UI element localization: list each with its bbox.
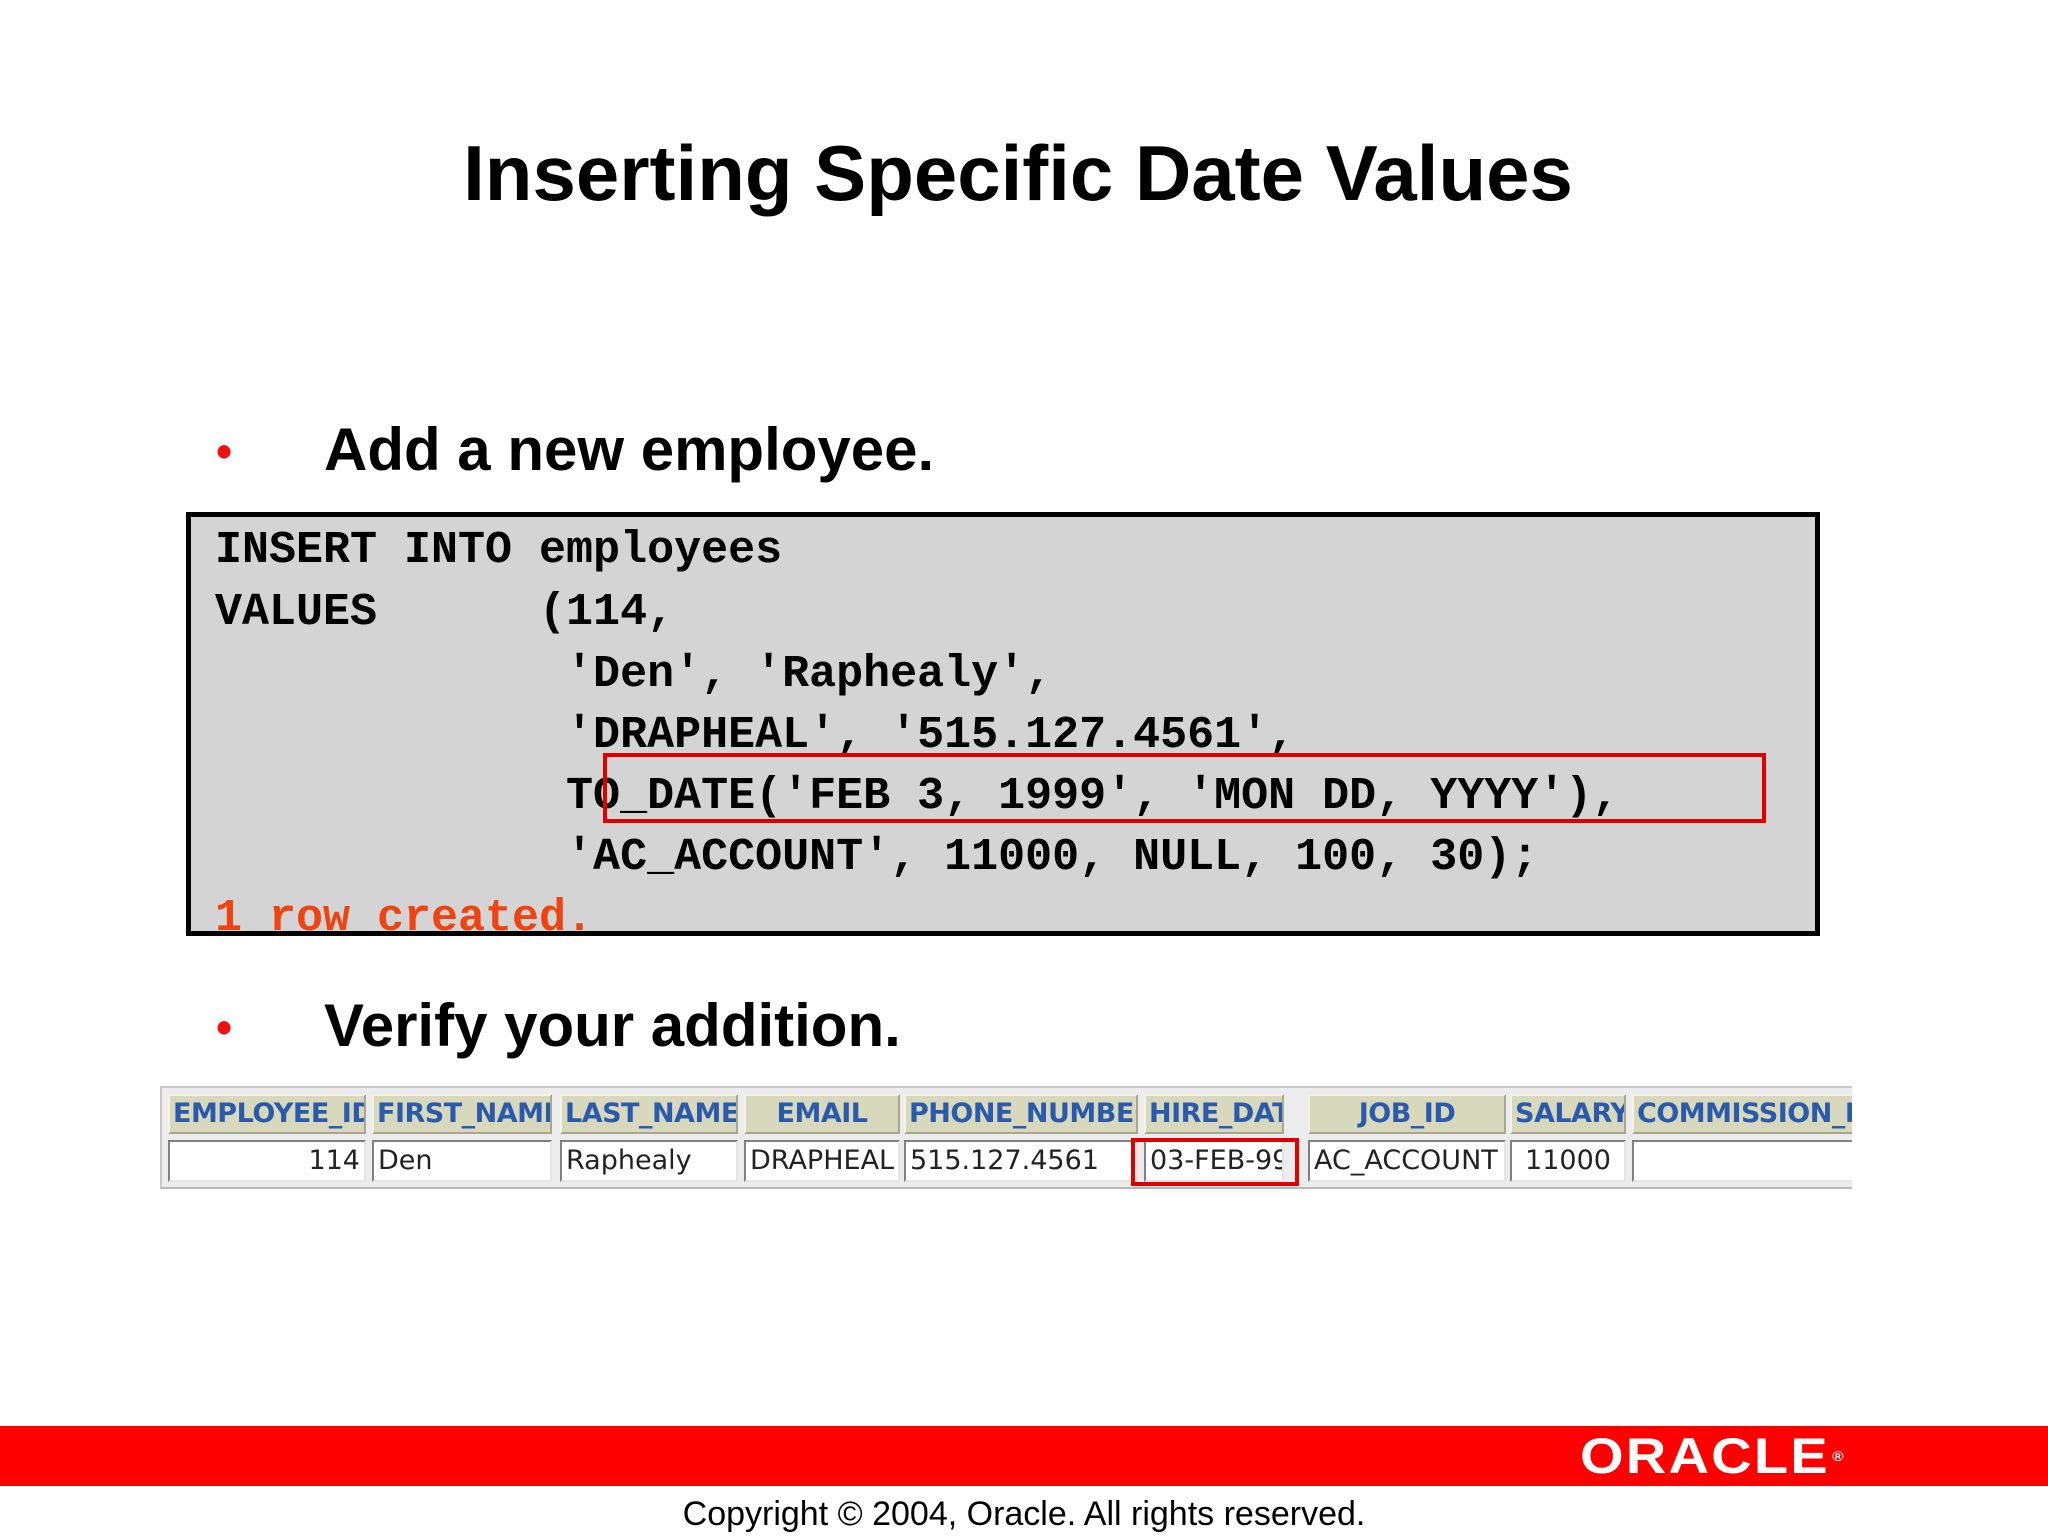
code-line: INSERT INTO employees bbox=[215, 525, 783, 576]
column-header: EMPLOYEE_ID bbox=[168, 1094, 366, 1134]
column-header: JOB_ID bbox=[1308, 1094, 1506, 1134]
bullet-text: Verify your addition. bbox=[324, 992, 901, 1059]
oracle-logo-text: ORACLE bbox=[1580, 1428, 1830, 1484]
code-line: 'Den', 'Raphealy', bbox=[215, 649, 1053, 700]
table-cell: DRAPHEAL bbox=[744, 1140, 900, 1182]
sql-code-block: INSERT INTO employees VALUES (114, 'Den'… bbox=[186, 512, 1820, 944]
column-header: FIRST_NAME bbox=[372, 1094, 552, 1134]
result-message: 1 row created. bbox=[215, 893, 594, 944]
table-cell: 114 bbox=[168, 1140, 366, 1182]
column-header: EMAIL bbox=[744, 1094, 900, 1134]
copyright-notice: Copyright © 2004, Oracle. All rights res… bbox=[682, 1495, 1366, 1533]
registered-mark-icon: ® bbox=[1832, 1448, 1844, 1464]
to-date-highlight-box bbox=[603, 753, 1766, 823]
code-line: VALUES (114, bbox=[215, 587, 675, 638]
table-cell: 515.127.4561 bbox=[904, 1140, 1138, 1182]
column-header: PHONE_NUMBER bbox=[904, 1094, 1138, 1134]
code-line: 'AC_ACCOUNT', 11000, NULL, 100, 30); bbox=[215, 832, 1539, 883]
table-cell: AC_ACCOUNT bbox=[1308, 1140, 1506, 1182]
table-cell: Den bbox=[372, 1140, 552, 1182]
table-cell bbox=[1632, 1140, 1852, 1182]
query-result-table: EMPLOYEE_ID FIRST_NAME LAST_NAME EMAIL P… bbox=[160, 1086, 1852, 1189]
column-header: HIRE_DATE bbox=[1144, 1094, 1284, 1134]
table-cell: Raphealy bbox=[560, 1140, 738, 1182]
bullet-text: Add a new employee. bbox=[324, 416, 935, 483]
oracle-logo: ORACLE ® bbox=[1580, 1428, 1844, 1484]
column-header: LAST_NAME bbox=[560, 1094, 738, 1134]
slide-title: Inserting Specific Date Values bbox=[463, 129, 1573, 217]
bullet-dot-icon: • bbox=[216, 425, 233, 477]
bullet-dot-icon: • bbox=[216, 1001, 233, 1053]
table-cell: 11000 bbox=[1510, 1140, 1626, 1182]
column-header: SALARY bbox=[1510, 1094, 1626, 1134]
hire-date-highlight-box bbox=[1131, 1138, 1299, 1186]
column-header: COMMISSION_P bbox=[1632, 1094, 1852, 1134]
